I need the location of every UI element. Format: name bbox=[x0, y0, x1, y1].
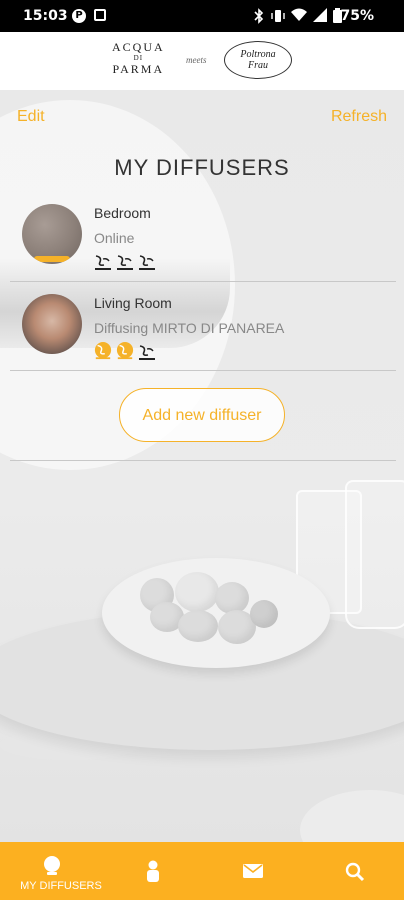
wifi-icon bbox=[291, 8, 307, 21]
intensity-off-icon bbox=[138, 253, 156, 271]
add-new-diffuser-button[interactable]: Add new diffuser bbox=[119, 388, 285, 442]
intensity-off-icon bbox=[94, 253, 112, 271]
background-plate bbox=[300, 790, 404, 842]
background-fruit bbox=[175, 572, 219, 612]
nav-label: MY DIFFUSERS bbox=[20, 880, 102, 892]
intensity-active-icon bbox=[94, 342, 112, 361]
diffuser-name: Living Room bbox=[94, 295, 172, 311]
background-fruit-bowl bbox=[102, 558, 330, 668]
page-title: MY DIFFUSERS bbox=[114, 155, 290, 180]
diffuser-thumbnail bbox=[22, 294, 82, 354]
nav-tab-my-diffusers[interactable]: MY DIFFUSERS bbox=[20, 842, 102, 900]
background-fruit bbox=[215, 582, 249, 614]
status-bar: 15:03 P 75% bbox=[0, 0, 404, 32]
background-fruit bbox=[250, 600, 278, 628]
brand-meets-text: meets bbox=[186, 55, 207, 65]
background-fruit bbox=[178, 610, 218, 642]
mail-icon bbox=[243, 864, 263, 878]
bottom-navigation: MY DIFFUSERS bbox=[0, 842, 404, 900]
diffuser-icon bbox=[44, 856, 60, 875]
vibrate-icon bbox=[271, 10, 285, 22]
diffuser-item-bedroom[interactable]: Bedroom Online bbox=[10, 192, 396, 280]
list-divider bbox=[10, 370, 396, 371]
diffuser-status: Diffusing MIRTO DI PANAREA bbox=[94, 320, 285, 336]
image-notification-icon bbox=[94, 9, 106, 21]
nav-tab-messages[interactable] bbox=[240, 842, 266, 900]
background-jug bbox=[345, 480, 404, 629]
bluetooth-icon bbox=[254, 8, 264, 24]
diffuser-status: Online bbox=[94, 230, 135, 246]
list-divider bbox=[10, 460, 396, 461]
diffuser-thumbnail bbox=[22, 204, 82, 264]
intensity-off-icon bbox=[116, 253, 134, 271]
brand-header: ACQUA DI PARMA meets Poltrona Frau bbox=[0, 32, 404, 90]
intensity-off-icon bbox=[138, 343, 156, 361]
search-icon bbox=[345, 862, 365, 882]
acqua-di-parma-logo: ACQUA DI PARMA bbox=[112, 40, 165, 76]
notification-p-icon: P bbox=[72, 9, 86, 23]
diffuser-item-living-room[interactable]: Living Room Diffusing MIRTO DI PANAREA bbox=[10, 282, 396, 370]
refresh-button[interactable]: Refresh bbox=[331, 108, 387, 126]
intensity-levels bbox=[94, 253, 156, 271]
battery-percent: 75% bbox=[340, 8, 374, 24]
signal-icon bbox=[313, 8, 327, 22]
diffuser-name: Bedroom bbox=[94, 205, 151, 221]
intensity-active-icon bbox=[116, 342, 134, 361]
nav-tab-search[interactable] bbox=[342, 842, 368, 900]
nav-tab-profile[interactable] bbox=[140, 842, 166, 900]
edit-button[interactable]: Edit bbox=[17, 108, 45, 126]
person-icon bbox=[147, 860, 159, 882]
status-time: 15:03 bbox=[23, 8, 68, 24]
poltrona-frau-logo: Poltrona Frau bbox=[224, 41, 292, 79]
intensity-levels bbox=[94, 342, 156, 361]
